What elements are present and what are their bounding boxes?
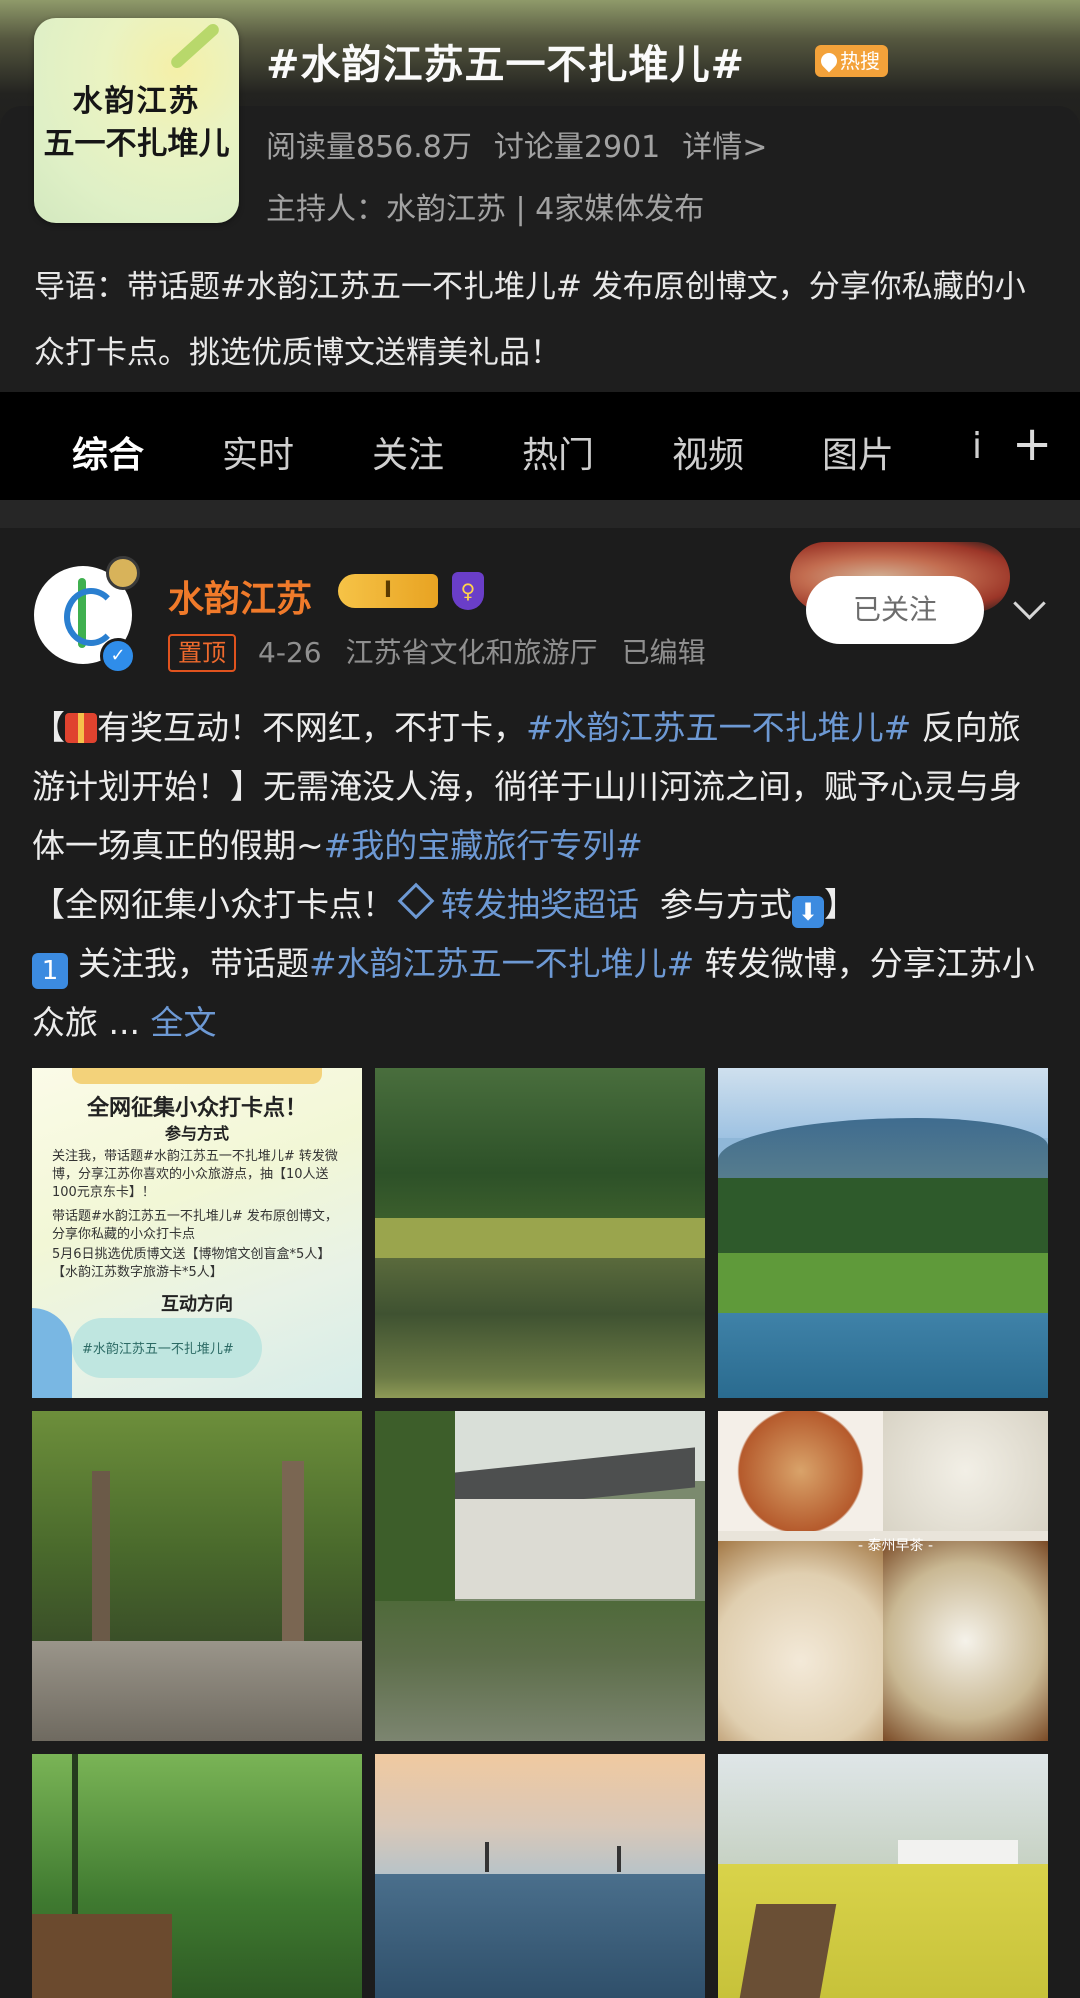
tab-images[interactable]: 图片 bbox=[822, 426, 894, 478]
text-segment: 【全网征集小众打卡点！ bbox=[32, 885, 395, 924]
tab-hot[interactable]: 热门 bbox=[522, 426, 594, 478]
hot-badge-label: 热搜 bbox=[840, 49, 880, 73]
hot-search-badge[interactable]: 热搜 bbox=[815, 45, 888, 77]
location-pin-icon bbox=[817, 49, 841, 73]
photo-region bbox=[617, 1846, 621, 1872]
photo-water-town[interactable] bbox=[375, 1411, 705, 1741]
poster-line: 带话题#水韵江苏五一不扎堆儿# 发布原创博文，分享你私藏的小众打卡点 bbox=[52, 1209, 338, 1242]
photo-region bbox=[375, 1258, 705, 1398]
post-source: 江苏省文化和旅游厅 bbox=[345, 636, 598, 669]
poster-wave bbox=[32, 1308, 72, 1398]
text-segment: 有奖互动！不网红，不打卡， bbox=[97, 708, 526, 747]
tab-video[interactable]: 视频 bbox=[672, 426, 744, 478]
cover-text-line1: 水韵江苏 bbox=[72, 84, 201, 119]
topic-host[interactable]: 主持人：水韵江苏 | 4家媒体发布 bbox=[266, 184, 704, 228]
photo-tree-avenue[interactable] bbox=[32, 1411, 362, 1741]
photo-region bbox=[485, 1842, 489, 1872]
text-segment: 关注我，带话题 bbox=[78, 944, 309, 983]
number-one-icon: 1 bbox=[32, 953, 68, 989]
topic-cover-image[interactable]: 水韵江苏 五一不扎堆儿 bbox=[34, 18, 239, 223]
poster-line: 关注我，带话题#水韵江苏五一不扎堆儿# 转发微博，分享江苏你喜欢的小众旅游点，抽… bbox=[52, 1149, 338, 1200]
avatar-pendant-icon bbox=[106, 556, 140, 590]
topic-intro: 导语：带话题#水韵江苏五一不扎堆儿# 发布原创博文，分享你私藏的小众打卡点。挑选… bbox=[34, 269, 1026, 371]
post-meta: 4-26 江苏省文化和旅游厅 已编辑 bbox=[258, 634, 706, 672]
hashtag-link-treasure[interactable]: #我的宝藏旅行专列# bbox=[324, 826, 643, 865]
read-full-link[interactable]: 全文 bbox=[150, 1003, 216, 1042]
discussion-count: 讨论量2901 bbox=[493, 130, 661, 165]
text-segment: 】 bbox=[823, 885, 857, 924]
photo-region bbox=[435, 1499, 695, 1599]
pinned-badge: 置顶 bbox=[168, 634, 236, 672]
text-bracket: 【 bbox=[32, 708, 65, 747]
hashtag-link[interactable]: #水韵江苏五一不扎堆儿# bbox=[309, 944, 694, 983]
photo-region bbox=[32, 1641, 362, 1741]
poster-bubble-text: #水韵江苏五一不扎堆儿# bbox=[82, 1342, 234, 1357]
food-caption: - 泰州早茶 - bbox=[858, 1538, 934, 1554]
tab-comprehensive[interactable]: 综合 bbox=[72, 426, 144, 478]
lottery-supertopic-link[interactable]: 转发抽奖超话 bbox=[441, 885, 639, 924]
edited-label: 已编辑 bbox=[621, 636, 706, 669]
poster-title: 全网征集小众打卡点！ bbox=[86, 1096, 307, 1121]
member-crown-badge[interactable]: I bbox=[338, 574, 438, 608]
tab-following[interactable]: 关注 bbox=[372, 426, 444, 478]
post-date: 4-26 bbox=[258, 636, 322, 669]
photo-region bbox=[375, 1411, 455, 1611]
photo-region bbox=[883, 1541, 1048, 1741]
photo-mountain-golf[interactable] bbox=[718, 1068, 1048, 1398]
photo-rapeseed-field[interactable] bbox=[718, 1754, 1048, 1998]
photo-poster[interactable]: 全网征集小众打卡点！ 参与方式 关注我，带话题#水韵江苏五一不扎堆儿# 转发微博… bbox=[32, 1068, 362, 1398]
verified-icon: ✓ bbox=[100, 638, 136, 674]
poster-ribbon bbox=[72, 1068, 322, 1084]
read-count: 阅读量856.8万 bbox=[266, 130, 472, 165]
photo-region bbox=[718, 1178, 1048, 1258]
details-link[interactable]: 详情> bbox=[682, 122, 767, 166]
photo-region bbox=[375, 1754, 705, 1874]
photo-region bbox=[375, 1068, 705, 1218]
topic-header: 水韵江苏 五一不扎堆儿 #水韵江苏五一不扎堆儿# 热搜 阅读量856.8万 讨论… bbox=[0, 0, 1080, 392]
shield-badge-icon[interactable]: ♀ bbox=[452, 572, 484, 610]
photo-taizhou-food[interactable]: - 泰州早茶 - bbox=[718, 1411, 1048, 1741]
photo-lake-woods[interactable] bbox=[375, 1068, 705, 1398]
poster-heading: 互动方向 bbox=[161, 1294, 233, 1315]
text-segment: 参与方式 bbox=[659, 885, 792, 924]
tab-bar: 综合 实时 关注 热门 视频 图片 i + bbox=[0, 392, 1080, 500]
following-button[interactable]: 已关注 bbox=[806, 576, 984, 644]
chevron-down-icon[interactable] bbox=[1013, 587, 1046, 620]
topic-stats: 阅读量856.8万 讨论量2901 详情> bbox=[266, 122, 767, 166]
photo-region bbox=[375, 1218, 705, 1258]
gift-icon bbox=[65, 713, 97, 743]
avatar-logo-swirl bbox=[64, 588, 118, 646]
photo-region bbox=[375, 1601, 705, 1741]
author-name[interactable]: 水韵江苏 bbox=[168, 570, 312, 622]
post-card: ✓ 水韵江苏 I ♀ 已关注 置顶 4-26 江苏省文化和旅游厅 已编辑 【有奖… bbox=[0, 528, 1080, 1998]
photo-region bbox=[32, 1411, 362, 1641]
hashtag-link[interactable]: #水韵江苏五一不扎堆儿# bbox=[526, 708, 911, 747]
add-tab-icon[interactable]: + bbox=[1012, 420, 1052, 468]
diamond-icon bbox=[397, 882, 435, 920]
tab-truncated[interactable]: i bbox=[972, 426, 982, 467]
photo-region bbox=[375, 1874, 705, 1998]
photo-forest-boardwalk[interactable] bbox=[32, 1754, 362, 1998]
photo-region bbox=[32, 1914, 172, 1998]
photo-region bbox=[718, 1541, 883, 1741]
section-separator bbox=[0, 500, 1080, 528]
topic-title: #水韵江苏五一不扎堆儿# bbox=[266, 42, 746, 88]
down-arrow-icon: ⬇ bbox=[791, 896, 824, 928]
photo-region bbox=[739, 1904, 837, 1998]
photo-region bbox=[883, 1411, 1048, 1531]
tab-realtime[interactable]: 实时 bbox=[222, 426, 294, 478]
photo-sea-windfarm[interactable] bbox=[375, 1754, 705, 1998]
cover-brush-stroke bbox=[168, 21, 222, 71]
poster-subtitle: 参与方式 bbox=[164, 1124, 229, 1143]
photo-region bbox=[718, 1313, 1048, 1398]
cover-text-line2: 五一不扎堆儿 bbox=[43, 126, 230, 162]
poster-line: 5月6日挑选优质博文送【博物馆文创盲盒*5人】【水韵江苏数字旅游卡*5人】 bbox=[52, 1247, 331, 1280]
photo-region bbox=[718, 1411, 883, 1531]
post-body: 【有奖互动！不网红，不打卡，#水韵江苏五一不扎堆儿# 反向旅游计划开始！】无需淹… bbox=[32, 698, 1052, 1052]
